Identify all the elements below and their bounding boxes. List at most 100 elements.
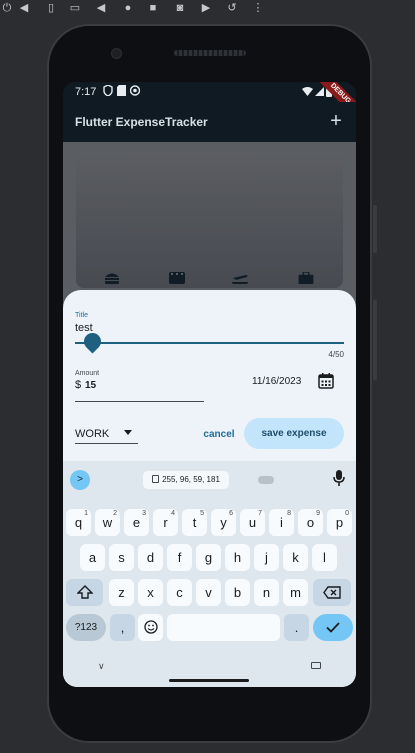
rotate-icon[interactable]: ▭ [68,2,82,15]
key-number-hint: 6 [229,510,233,517]
symbols-key[interactable]: ?123 [66,614,106,641]
key-label: c [176,585,183,600]
key-v[interactable]: v [196,579,221,606]
key-number-hint: 9 [316,510,320,517]
backspace-key[interactable] [313,579,351,606]
key-x[interactable]: x [138,579,163,606]
key-n[interactable]: n [254,579,279,606]
hide-keyboard-icon[interactable]: ∨ [98,661,105,672]
home-icon[interactable]: ● [121,2,135,15]
calendar-icon[interactable] [318,373,334,389]
done-key[interactable] [313,614,353,641]
key-label: j [265,550,268,565]
volume-up-icon[interactable]: ◀︎ [17,2,31,15]
period-key[interactable]: . [284,614,309,641]
key-t[interactable]: t5 [182,509,207,536]
wifi-icon [302,87,313,96]
title-underline [75,342,344,344]
key-k[interactable]: k [283,544,308,571]
key-label: q [74,515,83,530]
clipboard-suggestion[interactable]: 255, 96, 59, 181 [143,471,229,489]
key-number-hint: 5 [200,510,204,517]
title-char-counter: 4/50 [328,350,344,359]
key-o[interactable]: o9 [298,509,323,536]
camera-icon[interactable]: ◙ [173,2,187,15]
key-u[interactable]: u7 [240,509,265,536]
add-expense-button[interactable]: + [326,110,346,132]
shield-icon [103,85,113,96]
key-l[interactable]: l [312,544,337,571]
emulator-toolbar: ⏻ ◀︎ ▯ ▭ ◀ ● ■ ◙ ▶ ↺ ⋮ [0,0,415,17]
shift-key[interactable] [66,579,103,606]
power-icon[interactable]: ⏻ [0,2,14,15]
key-h[interactable]: h [225,544,250,571]
status-time: 7:17 [75,86,97,98]
key-d[interactable]: d [138,544,163,571]
comma-key[interactable]: , [110,614,135,641]
key-m[interactable]: m [283,579,308,606]
microphone-icon[interactable] [333,470,345,486]
video-icon[interactable]: ▶ [199,2,213,15]
category-dropdown[interactable]: WORK [75,426,138,444]
amount-field-label: Amount [75,370,100,377]
key-number-hint: 2 [113,510,117,517]
cancel-button[interactable]: cancel [199,426,239,444]
key-label: n [262,585,271,600]
key-f[interactable]: f [167,544,192,571]
space-key[interactable] [167,614,280,641]
emoji-key[interactable] [138,614,163,641]
device-screen: 7:17 DEBUG Flutter ExpenseTracker + Titl… [63,82,356,687]
sd-card-icon [117,85,126,96]
suggestion-pill [258,476,274,484]
key-j[interactable]: j [254,544,279,571]
key-r[interactable]: r4 [153,509,178,536]
key-label: m [290,585,301,600]
checkmark-icon [326,622,340,633]
emoji-icon [143,620,158,634]
key-g[interactable]: g [196,544,221,571]
key-a[interactable]: a [80,544,105,571]
key-b[interactable]: b [225,579,250,606]
key-label: g [204,550,213,565]
replay-icon[interactable]: ↺ [225,2,239,15]
volume-down-icon[interactable]: ▯ [44,2,58,15]
status-bar: 7:17 DEBUG [63,82,356,120]
key-e[interactable]: e3 [124,509,149,536]
gesture-nav-bar [169,679,249,682]
clipboard-text: 255, 96, 59, 181 [162,475,220,484]
key-label: z [118,585,125,600]
dropdown-arrow-icon [124,430,132,435]
clipboard-icon [152,475,160,483]
food-icon [105,273,119,284]
keyboard-switch-icon[interactable] [311,662,321,669]
key-number-hint: 7 [258,510,262,517]
key-c[interactable]: c [167,579,192,606]
save-expense-button[interactable]: save expense [244,418,344,449]
back-icon[interactable]: ◀ [94,2,108,15]
key-number-hint: 4 [171,510,175,517]
key-y[interactable]: y6 [211,509,236,536]
key-label: k [292,550,299,565]
title-field-label: Title [75,312,88,319]
key-label: p [335,515,344,530]
selected-date: 11/16/2023 [252,376,302,387]
front-camera [111,48,122,59]
key-p[interactable]: p0 [327,509,352,536]
key-label: r [163,515,168,530]
amount-input[interactable]: 15 [85,380,96,391]
key-z[interactable]: z [109,579,134,606]
key-label: w [102,515,113,530]
key-label: f [177,550,182,565]
expand-toolbar-icon[interactable]: > [70,470,90,490]
key-q[interactable]: q1 [66,509,91,536]
key-w[interactable]: w2 [95,509,120,536]
key-i[interactable]: i8 [269,509,294,536]
notification-icons [103,85,140,96]
expense-chart [76,154,343,288]
side-button [373,300,377,380]
more-icon[interactable]: ⋮ [251,2,265,15]
key-label: d [146,550,155,565]
key-number-hint: 1 [84,510,88,517]
key-s[interactable]: s [109,544,134,571]
overview-icon[interactable]: ■ [146,2,160,15]
